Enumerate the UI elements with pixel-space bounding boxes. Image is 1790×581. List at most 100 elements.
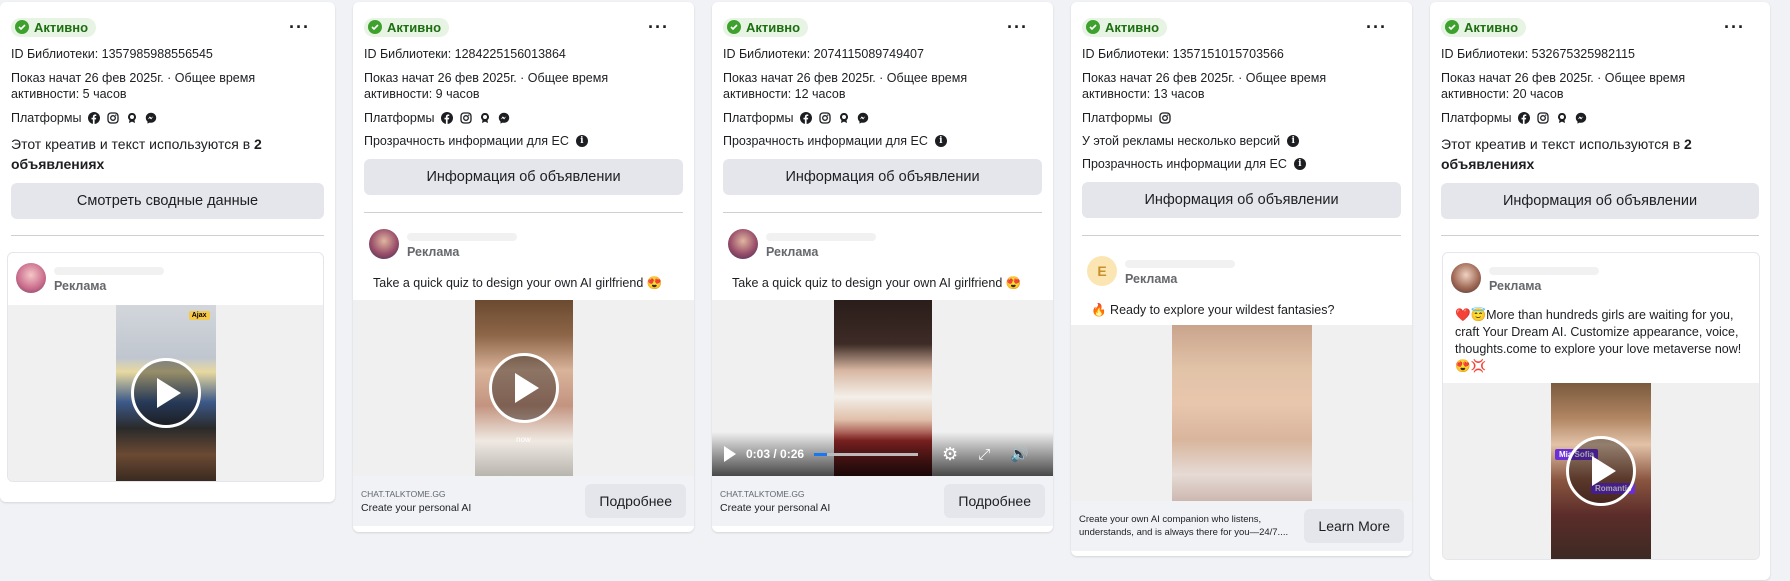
check-icon — [368, 20, 382, 34]
sponsored-label: Реклама — [766, 245, 819, 259]
library-id: ID Библиотеки: 1284225156013864 — [364, 47, 566, 61]
instagram-icon — [1537, 112, 1549, 124]
settings-icon[interactable]: ⚙ — [942, 444, 958, 465]
video-progress-bar[interactable] — [814, 452, 919, 456]
ad-video[interactable]: Ajax — [8, 305, 323, 481]
platforms-label: Платформы — [723, 111, 794, 125]
advertiser-name — [407, 233, 517, 241]
platforms-label: Платформы — [11, 111, 82, 125]
divider — [1082, 235, 1401, 236]
sponsored-label: Реклама — [1125, 272, 1178, 286]
ad-text: 🔥 Ready to explore your wildest fantasie… — [1091, 303, 1335, 317]
ad-text: ❤️😇More than hundreds girls are waiting … — [1455, 308, 1742, 373]
advertiser-name — [766, 233, 876, 241]
platforms-label: Платформы — [1441, 111, 1512, 125]
ad-image-thumbnail — [1171, 325, 1312, 501]
media-caption: now — [516, 435, 531, 444]
ad-video[interactable]: Mia Sofia Romantic — [1443, 383, 1759, 559]
ad-details-button[interactable]: Информация об объявлении — [364, 159, 683, 195]
facebook-icon — [441, 112, 453, 124]
messenger-icon — [498, 112, 510, 124]
ad-card: Активно ··· ID Библиотеки: 2074115089749… — [712, 2, 1053, 532]
play-button[interactable] — [488, 353, 559, 423]
status-badge: Активно — [1082, 17, 1168, 37]
shown-since: Показ начат 26 фев 2025г. · Общее время а… — [11, 71, 256, 101]
library-id: ID Библиотеки: 2074115089749407 — [723, 47, 924, 61]
avatar: E — [1087, 256, 1117, 286]
play-icon[interactable] — [724, 446, 736, 462]
learn-more-button[interactable]: Learn More — [1304, 509, 1404, 543]
usage-text: Этот креатив и текст используются в 2 об… — [1441, 136, 1692, 172]
info-icon[interactable]: i — [575, 135, 588, 147]
more-options-icon[interactable]: ··· — [1007, 18, 1042, 36]
ad-preview: Реклама ❤️😇More than hundreds girls are … — [1442, 252, 1760, 560]
facebook-icon — [800, 112, 812, 124]
learn-more-button[interactable]: Подробнее — [944, 484, 1045, 518]
library-id: ID Библиотеки: 1357985988556545 — [11, 47, 213, 61]
cta-bar: CHAT.TALKTOME.GG Create your personal AI … — [712, 476, 1053, 526]
ad-video[interactable]: 0:03 / 0:26 ⚙ ⤢ 🔊 — [712, 300, 1053, 476]
instagram-icon — [1159, 112, 1171, 124]
fullscreen-icon[interactable]: ⤢ — [978, 446, 990, 463]
library-id: ID Библиотеки: 532675325982115 — [1441, 47, 1635, 61]
info-icon[interactable]: i — [1287, 135, 1300, 147]
cta-domain: CHAT.TALKTOME.GG — [361, 488, 446, 499]
media-badge: Ajax — [188, 311, 210, 320]
more-options-icon[interactable]: ··· — [289, 18, 324, 36]
ad-image[interactable] — [1071, 325, 1412, 501]
cta-title: Create your personal AI — [720, 501, 831, 514]
platforms-label: Платформы — [364, 111, 435, 125]
more-options-icon[interactable]: ··· — [648, 18, 683, 36]
shown-since: Показ начат 26 фев 2025г. · Общее время а… — [1441, 71, 1686, 101]
more-options-icon[interactable]: ··· — [1366, 18, 1401, 36]
learn-more-button[interactable]: Подробнее — [585, 484, 686, 518]
sponsored-label: Реклама — [1489, 279, 1542, 293]
library-id: ID Библиотеки: 1357151015703566 — [1082, 47, 1284, 61]
messenger-icon — [857, 112, 869, 124]
instagram-icon — [819, 112, 831, 124]
divider — [723, 212, 1042, 213]
cta-title: Create your own AI companion who listens… — [1079, 514, 1289, 538]
status-label: Активно — [746, 19, 801, 35]
ad-card: Активно ··· ID Библиотеки: 1284225156013… — [353, 2, 694, 532]
check-icon — [1445, 20, 1459, 34]
ad-details-button[interactable]: Информация об объявлении — [1082, 182, 1401, 218]
instagram-icon — [460, 112, 472, 124]
shown-since: Показ начат 26 фев 2025г. · Общее время а… — [1082, 71, 1327, 101]
platforms-label: Платформы — [1082, 111, 1153, 125]
ad-video[interactable]: now — [353, 300, 694, 476]
view-summary-button[interactable]: Смотреть сводные данные — [11, 183, 324, 219]
ad-text: Take a quick quiz to design your own AI … — [373, 276, 663, 290]
transparency-label: Прозрачность информации для ЕС — [364, 134, 569, 148]
play-button[interactable] — [130, 358, 201, 428]
avatar — [728, 229, 758, 259]
ad-card: Активно ··· ID Библиотеки: 1357985988556… — [0, 2, 335, 502]
info-icon[interactable]: i — [1293, 158, 1306, 170]
more-options-icon[interactable]: ··· — [1724, 18, 1759, 36]
avatar — [16, 263, 46, 293]
sponsored-label: Реклама — [407, 245, 460, 259]
status-label: Активно — [1464, 19, 1519, 35]
ad-text: Take a quick quiz to design your own AI … — [732, 276, 1022, 290]
transparency-row: Прозрачность информации для ЕС i — [723, 134, 1042, 148]
platforms-row: Платформы — [11, 111, 324, 125]
cta-domain: CHAT.TALKTOME.GG — [720, 488, 805, 499]
video-time: 0:03 / 0:26 — [746, 447, 805, 461]
status-badge: Активно — [1441, 17, 1527, 37]
ad-details-button[interactable]: Информация об объявлении — [1441, 183, 1759, 219]
shown-since: Показ начат 26 фев 2025г. · Общее время а… — [723, 71, 968, 101]
volume-icon[interactable]: 🔊 — [1010, 445, 1029, 463]
platforms-row: Платформы — [723, 111, 1042, 125]
usage-text: Этот креатив и текст используются в 2 об… — [11, 136, 262, 172]
avatar — [369, 229, 399, 259]
ad-details-button[interactable]: Информация об объявлении — [723, 159, 1042, 195]
facebook-icon — [88, 112, 100, 124]
cta-bar: Create your own AI companion who listens… — [1071, 501, 1412, 551]
advertiser-name — [54, 267, 164, 275]
play-button[interactable] — [1566, 436, 1636, 506]
ad-preview: Реклама Ajax — [7, 252, 324, 482]
facebook-icon — [1518, 112, 1530, 124]
info-icon[interactable]: i — [934, 135, 947, 147]
check-icon — [727, 20, 741, 34]
messenger-icon — [145, 112, 157, 124]
